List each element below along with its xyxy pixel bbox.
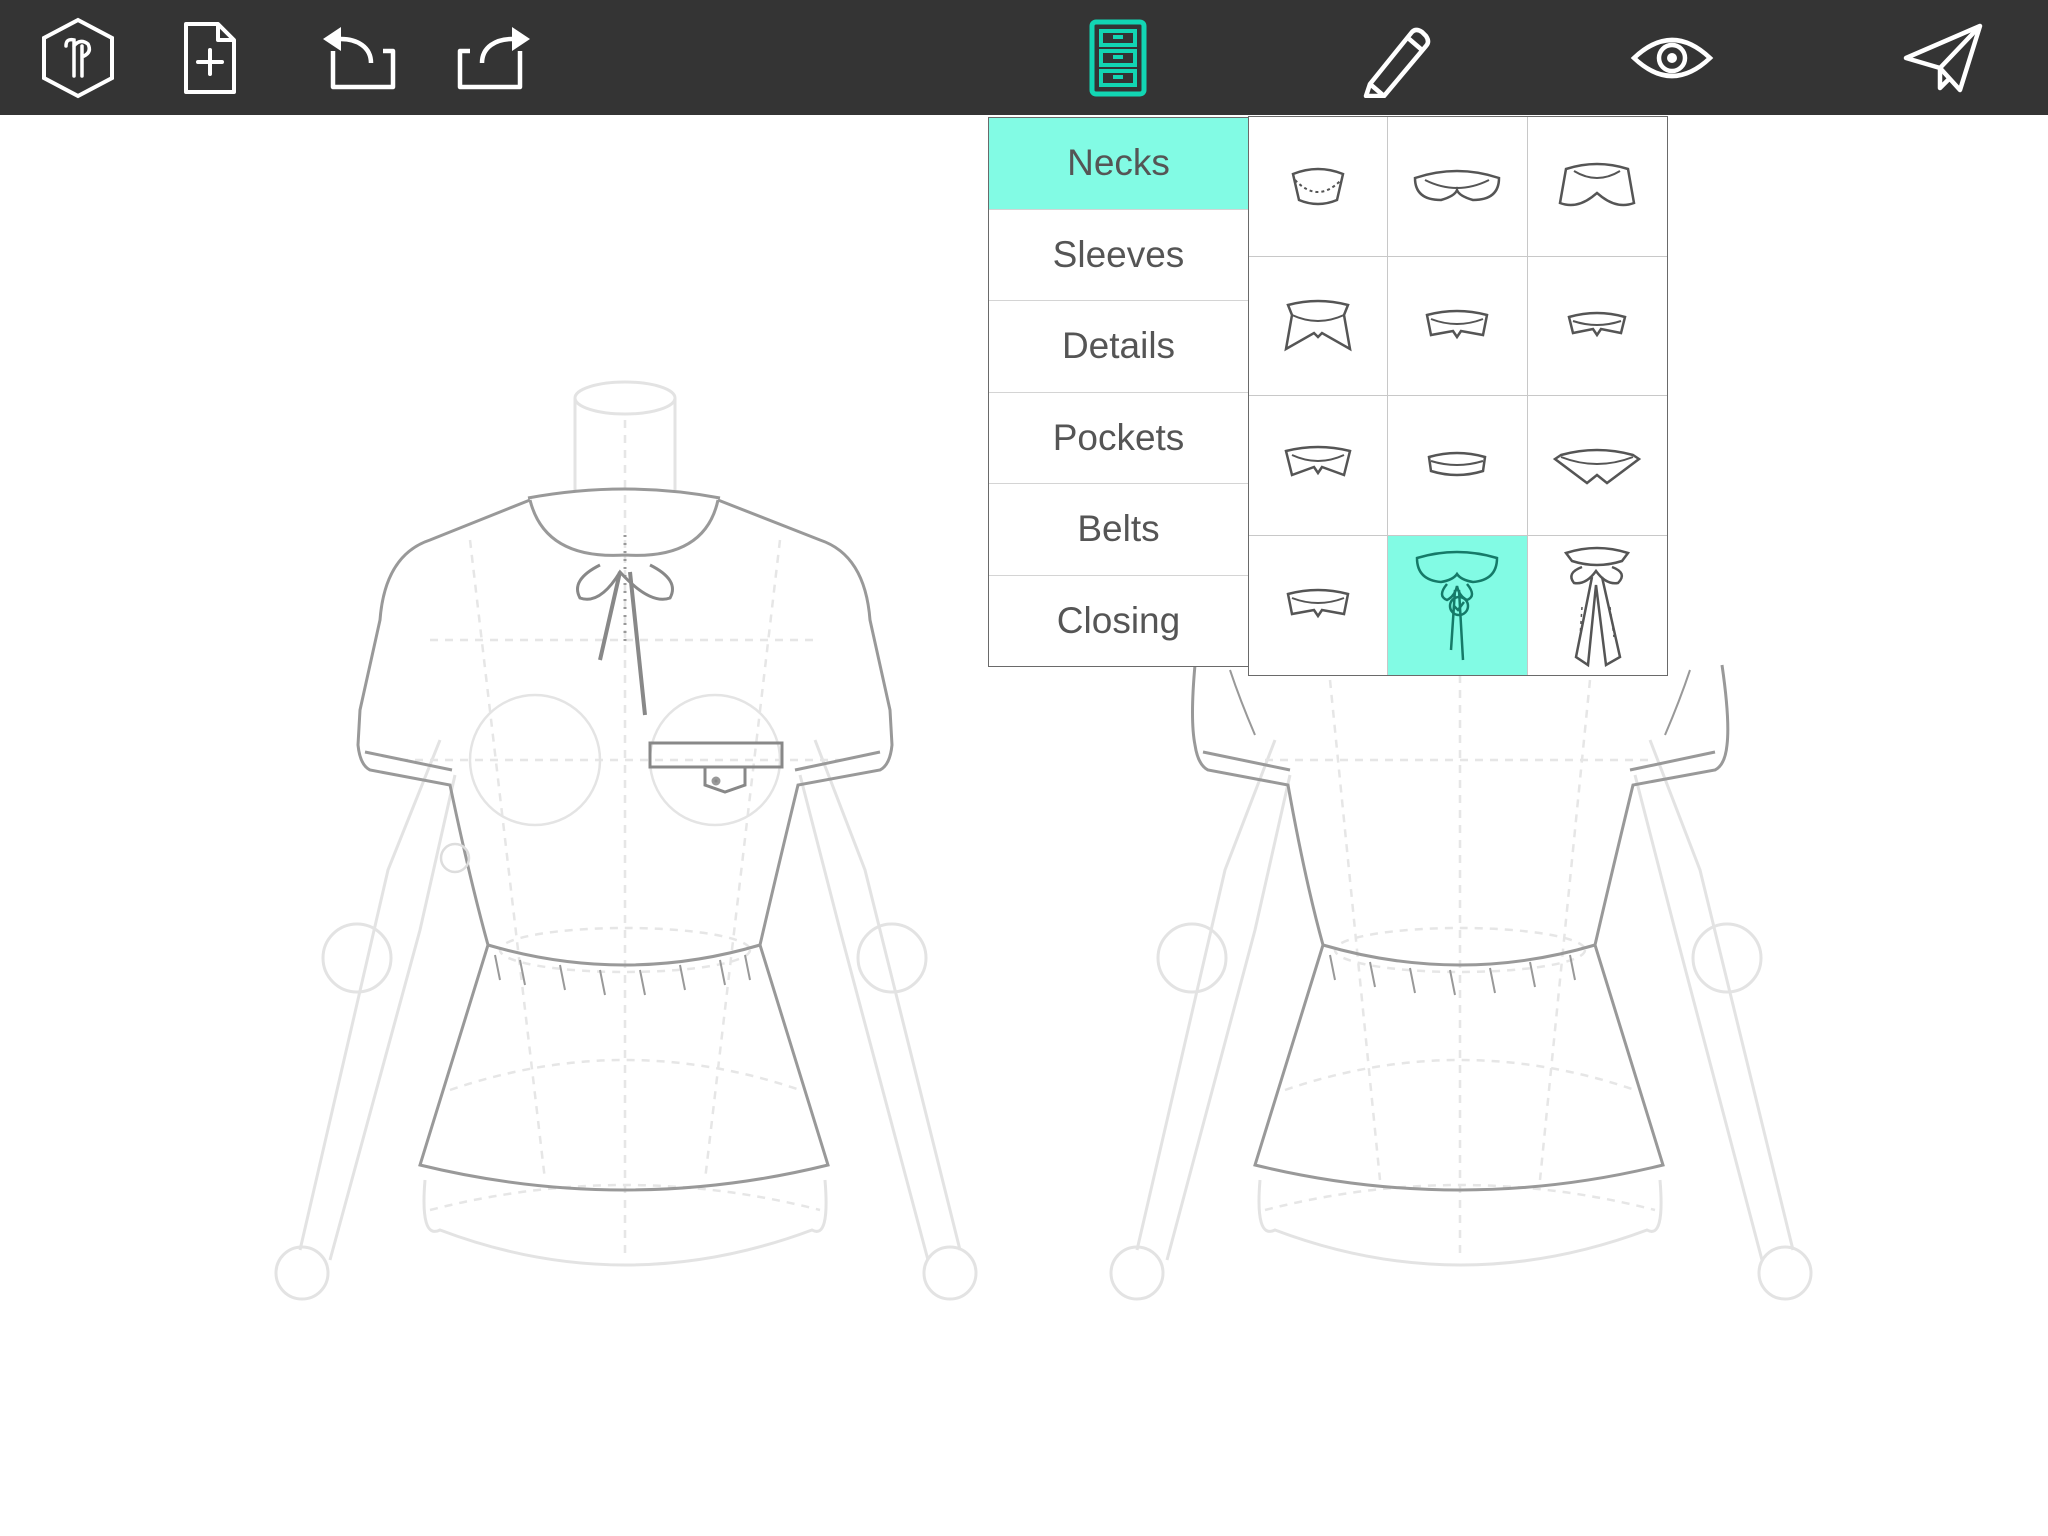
neck-option-5[interactable]: [1388, 256, 1528, 396]
pencil-icon: [1363, 27, 1431, 98]
neck-option-2[interactable]: [1388, 117, 1528, 257]
undo-arrow-icon: [323, 27, 396, 90]
wide-pointed-collar-icon: [1553, 449, 1642, 485]
preview-button[interactable]: [1628, 14, 1716, 102]
paper-plane-icon: [1903, 23, 1983, 93]
toolbar: [0, 0, 2048, 115]
draw-button[interactable]: [1352, 14, 1440, 102]
neckline-icon: [1291, 168, 1345, 206]
front-guides: [400, 420, 850, 1260]
category-list: Necks Sleeves Details Pockets Belts Clos…: [988, 117, 1248, 667]
send-button[interactable]: [1900, 14, 1988, 102]
app-logo-button[interactable]: [34, 14, 122, 102]
pointed-collar-icon: [1284, 299, 1352, 352]
neck-option-10[interactable]: [1249, 535, 1389, 675]
band-collar-icon: [1428, 452, 1487, 477]
shirt-collar-icon: [1426, 309, 1489, 340]
category-closing[interactable]: Closing: [989, 576, 1248, 668]
category-necks[interactable]: Necks: [989, 118, 1248, 210]
peter-pan-collar-icon: [1414, 170, 1501, 202]
back-guides: [1264, 660, 1656, 1260]
neck-option-7[interactable]: [1249, 396, 1389, 536]
peter-pan-bow-collar-icon: [1416, 551, 1499, 661]
neck-options-grid: [1248, 116, 1668, 676]
neck-option-4[interactable]: [1249, 256, 1389, 396]
pussy-bow-collar-icon: [1564, 547, 1631, 668]
eye-icon: [1630, 37, 1714, 79]
classic-collar-icon: [1286, 589, 1350, 619]
redo-arrow-icon: [457, 27, 530, 90]
hexagon-logo-icon: [42, 17, 114, 99]
neck-option-6[interactable]: [1527, 257, 1667, 396]
neck-option-3[interactable]: [1527, 117, 1667, 257]
new-document-button[interactable]: [165, 14, 253, 102]
neck-option-9[interactable]: [1527, 396, 1667, 536]
spread-collar-icon: [1284, 446, 1352, 477]
front-view: [274, 380, 978, 1301]
category-belts[interactable]: Belts: [989, 484, 1248, 576]
neck-option-1[interactable]: [1249, 117, 1389, 257]
drawers-icon: [1089, 19, 1147, 97]
document-plus-icon: [184, 22, 236, 94]
library-button[interactable]: [1074, 14, 1162, 102]
category-details[interactable]: Details: [989, 301, 1248, 393]
undo-button[interactable]: [315, 14, 403, 102]
rounded-collar-icon: [1558, 163, 1636, 207]
category-sleeves[interactable]: Sleeves: [989, 210, 1248, 301]
redo-button[interactable]: [450, 14, 538, 102]
neck-option-12[interactable]: [1528, 536, 1667, 676]
category-pockets[interactable]: Pockets: [989, 393, 1248, 484]
neck-option-8[interactable]: [1388, 396, 1528, 536]
neck-option-11[interactable]: [1388, 535, 1528, 675]
shirt-collar-icon: [1567, 311, 1627, 338]
back-view: [1109, 660, 1813, 1301]
